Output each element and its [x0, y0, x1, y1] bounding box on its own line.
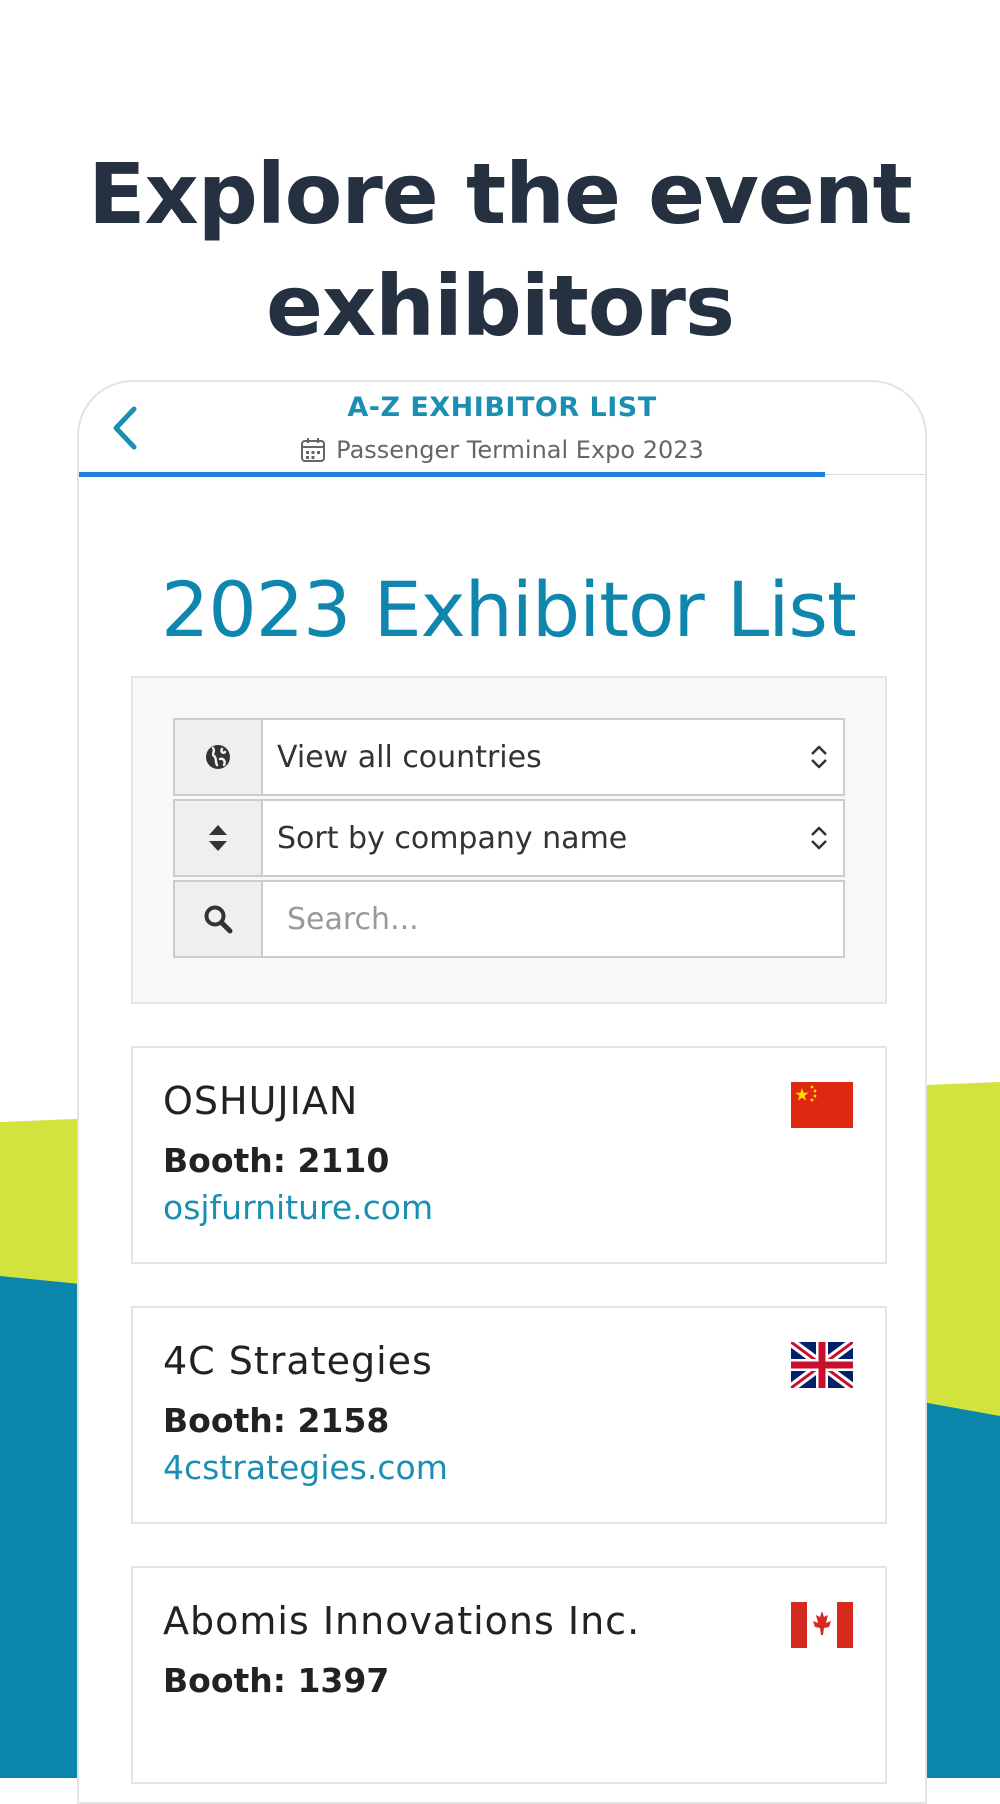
- sort-icon: [173, 799, 263, 877]
- exhibitor-card[interactable]: Abomis Innovations Inc. Booth: 1397: [131, 1566, 887, 1784]
- header-progress-bar: [79, 472, 825, 477]
- main-content: 2023 Exhibitor List View all countries S…: [131, 478, 887, 1784]
- exhibitor-booth: Booth: 1397: [163, 1661, 390, 1700]
- country-filter: View all countries: [173, 718, 845, 796]
- exhibitor-card[interactable]: 4C Strategies Booth: 2158 4cstrategies.c…: [131, 1306, 887, 1524]
- hero-title: Explore the event exhibitors: [88, 145, 913, 356]
- filter-panel: View all countries Sort by company name: [131, 676, 887, 1004]
- header-subtitle: Passenger Terminal Expo 2023: [79, 436, 925, 464]
- country-select[interactable]: View all countries: [263, 718, 845, 796]
- exhibitor-name: Abomis Innovations Inc.: [163, 1599, 641, 1643]
- sort-select-value: Sort by company name: [277, 820, 628, 856]
- china-flag-icon: [791, 1082, 853, 1128]
- exhibitor-website-link[interactable]: 4cstrategies.com: [163, 1446, 448, 1490]
- exhibitor-card[interactable]: OSHUJIAN Booth: 2110 osjfurniture.com: [131, 1046, 887, 1264]
- exhibitor-booth: Booth: 2158: [163, 1401, 390, 1440]
- canada-flag-icon: [791, 1602, 853, 1648]
- exhibitor-booth: Booth: 2110: [163, 1141, 390, 1180]
- search-icon: [173, 880, 263, 958]
- select-arrows-icon: [811, 745, 827, 769]
- sort-filter: Sort by company name: [173, 799, 845, 877]
- search-input[interactable]: [263, 880, 845, 958]
- header-title: A-Z EXHIBITOR LIST: [347, 392, 657, 423]
- exhibitor-name: 4C Strategies: [163, 1339, 433, 1383]
- exhibitor-name: OSHUJIAN: [163, 1079, 359, 1123]
- search-filter: [173, 880, 845, 958]
- uk-flag-icon: [791, 1342, 853, 1388]
- calendar-icon: [301, 438, 326, 462]
- app-header: A-Z EXHIBITOR LIST Passenger Terminal Ex…: [79, 382, 925, 477]
- globe-icon: [173, 718, 263, 796]
- country-select-value: View all countries: [277, 739, 542, 775]
- phone-frame: A-Z EXHIBITOR LIST Passenger Terminal Ex…: [77, 380, 927, 1804]
- select-arrows-icon: [811, 826, 827, 850]
- event-name: Passenger Terminal Expo 2023: [336, 436, 704, 464]
- exhibitor-website-link[interactable]: osjfurniture.com: [163, 1186, 433, 1230]
- page-title: 2023 Exhibitor List: [161, 565, 857, 654]
- sort-select[interactable]: Sort by company name: [263, 799, 845, 877]
